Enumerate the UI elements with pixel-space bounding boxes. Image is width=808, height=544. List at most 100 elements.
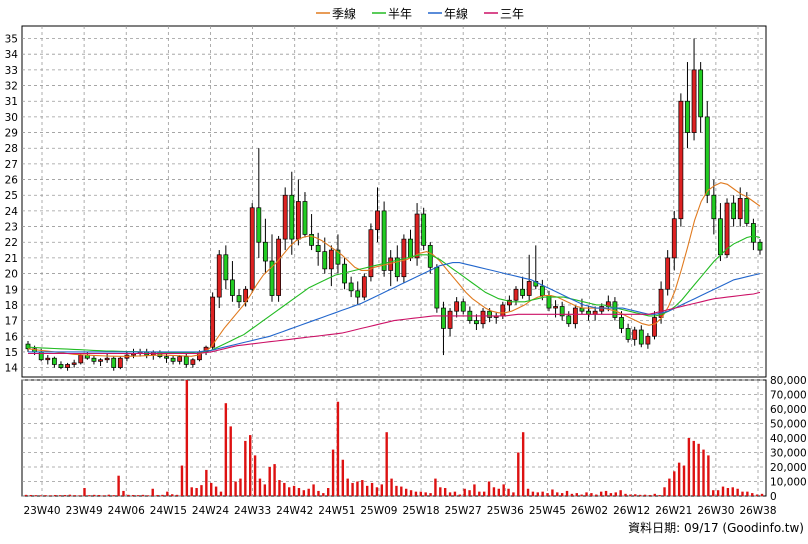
candle-body-69: [480, 310, 486, 325]
stock-chart: 季線 半年 年線 三年 14 15 16 17 18 19 20 21 22 23 24 25 26 27 28 2…: [0, 0, 808, 540]
volume-bar-133: [673, 471, 676, 496]
volume-bar-21: [127, 494, 130, 496]
candle-body-104: [711, 194, 717, 220]
volume-bar-24: [141, 494, 145, 496]
volume-bar-116: [590, 493, 593, 496]
x-tick-label-26W21: 26W21: [655, 505, 692, 517]
volume-bar-110: [560, 493, 564, 496]
candle-body-107: [731, 202, 737, 220]
volume-bar-132: [668, 478, 671, 496]
candle-body-42: [302, 201, 308, 235]
volume-bar-54: [288, 487, 291, 496]
x-tick-label-23W40: 23W40: [23, 505, 60, 517]
volume-bar-123: [624, 493, 627, 496]
volume-bar-23: [136, 495, 140, 496]
candle-body-34: [249, 207, 255, 290]
volume-bar-150: [755, 494, 759, 496]
volume-bar-126: [638, 494, 642, 496]
candle-body-49: [348, 282, 354, 292]
volume-bar-122: [619, 490, 622, 496]
volume-bar-113: [575, 493, 578, 496]
volume-tick-label-4: 40,000: [770, 433, 807, 445]
volume-bar-63: [331, 449, 335, 496]
volume-bar-144: [726, 488, 730, 496]
candle-body-70: [487, 310, 493, 318]
price-tick-label-19: 19: [5, 284, 18, 296]
volume-bar-114: [580, 494, 583, 496]
volume-bar-76: [395, 485, 398, 496]
candle-body-50: [355, 290, 361, 298]
candle-body-62: [434, 266, 440, 309]
price-tick-label-31: 31: [5, 96, 18, 108]
volume-bar-96: [492, 487, 496, 496]
volume-bar-78: [404, 488, 408, 496]
candle-body-14: [117, 357, 123, 368]
data-date-footer: 資料日期: 09/17 (Goodinfo.tw): [628, 521, 804, 535]
volume-bar-12: [83, 488, 86, 496]
volume-bar-115: [585, 492, 588, 496]
volume-bar-145: [731, 487, 734, 496]
volume-tick-label-2: 20,000: [770, 462, 807, 474]
candle-body-30: [223, 254, 229, 281]
volume-bar-11: [78, 495, 81, 496]
volume-bar-60: [317, 490, 320, 496]
volume-bar-140: [707, 455, 710, 496]
candle-body-89: [612, 301, 618, 318]
volume-bar-3: [39, 495, 42, 496]
volume-bar-75: [390, 478, 393, 496]
volume-bar-146: [736, 488, 739, 496]
volume-bar-20: [122, 490, 125, 496]
x-tick-label-26W12: 26W12: [613, 505, 650, 517]
candle-body-98: [671, 218, 677, 259]
x-tick-label-26W38: 26W38: [739, 505, 776, 517]
volume-bar-72: [375, 487, 379, 496]
candle-body-94: [645, 335, 651, 345]
x-tick-label-24W24: 24W24: [192, 505, 229, 517]
candle-body-97: [665, 257, 671, 290]
volume-bar-57: [302, 490, 306, 496]
candle-body-109: [744, 198, 750, 224]
volume-bar-10: [73, 495, 76, 496]
candle-body-76: [526, 281, 532, 296]
price-tick-label-30: 30: [5, 112, 18, 124]
volume-bar-151: [760, 493, 764, 496]
volume-bar-88: [453, 491, 457, 496]
candle-body-68: [474, 320, 479, 325]
volume-bar-139: [702, 449, 705, 496]
volume-bar-101: [517, 452, 520, 496]
price-tick-label-29: 29: [5, 128, 18, 140]
candle-body-25: [190, 359, 196, 365]
volume-bar-73: [380, 484, 384, 496]
volume-bar-56: [297, 488, 301, 496]
candle-body-83: [572, 307, 578, 325]
volume-bar-64: [336, 401, 340, 496]
volume-bar-131: [663, 487, 666, 496]
volume-bar-41: [224, 403, 228, 496]
volume-bar-34: [190, 487, 193, 496]
volume-bar-127: [643, 494, 647, 496]
volume-bar-107: [546, 493, 549, 496]
volume-bar-102: [521, 432, 525, 496]
volume-bar-7: [58, 495, 62, 496]
volume-bar-50: [268, 467, 271, 496]
volume-bar-141: [712, 490, 715, 496]
price-tick-label-17: 17: [5, 316, 18, 328]
volume-bar-93: [478, 491, 481, 496]
volume-bar-5: [49, 495, 52, 496]
candle-body-105: [718, 218, 723, 256]
volume-bar-49: [263, 484, 267, 496]
candle-body-59: [414, 213, 420, 259]
x-tick-label-25W09: 25W09: [360, 505, 397, 517]
x-tick-label-24W15: 24W15: [150, 505, 187, 517]
price-tick-label-25: 25: [5, 190, 18, 202]
price-tick-label-16: 16: [5, 331, 19, 343]
candle-body-65: [454, 301, 460, 312]
volume-bar-37: [205, 469, 208, 496]
volume-bar-2: [34, 495, 37, 496]
volume-tick-label-5: 50,000: [770, 419, 807, 431]
volume-bar-44: [239, 478, 242, 496]
volume-bar-42: [229, 426, 232, 496]
volume-bar-25: [146, 495, 150, 496]
x-tick-label-24W33: 24W33: [234, 505, 271, 517]
volume-bar-16: [102, 495, 106, 496]
